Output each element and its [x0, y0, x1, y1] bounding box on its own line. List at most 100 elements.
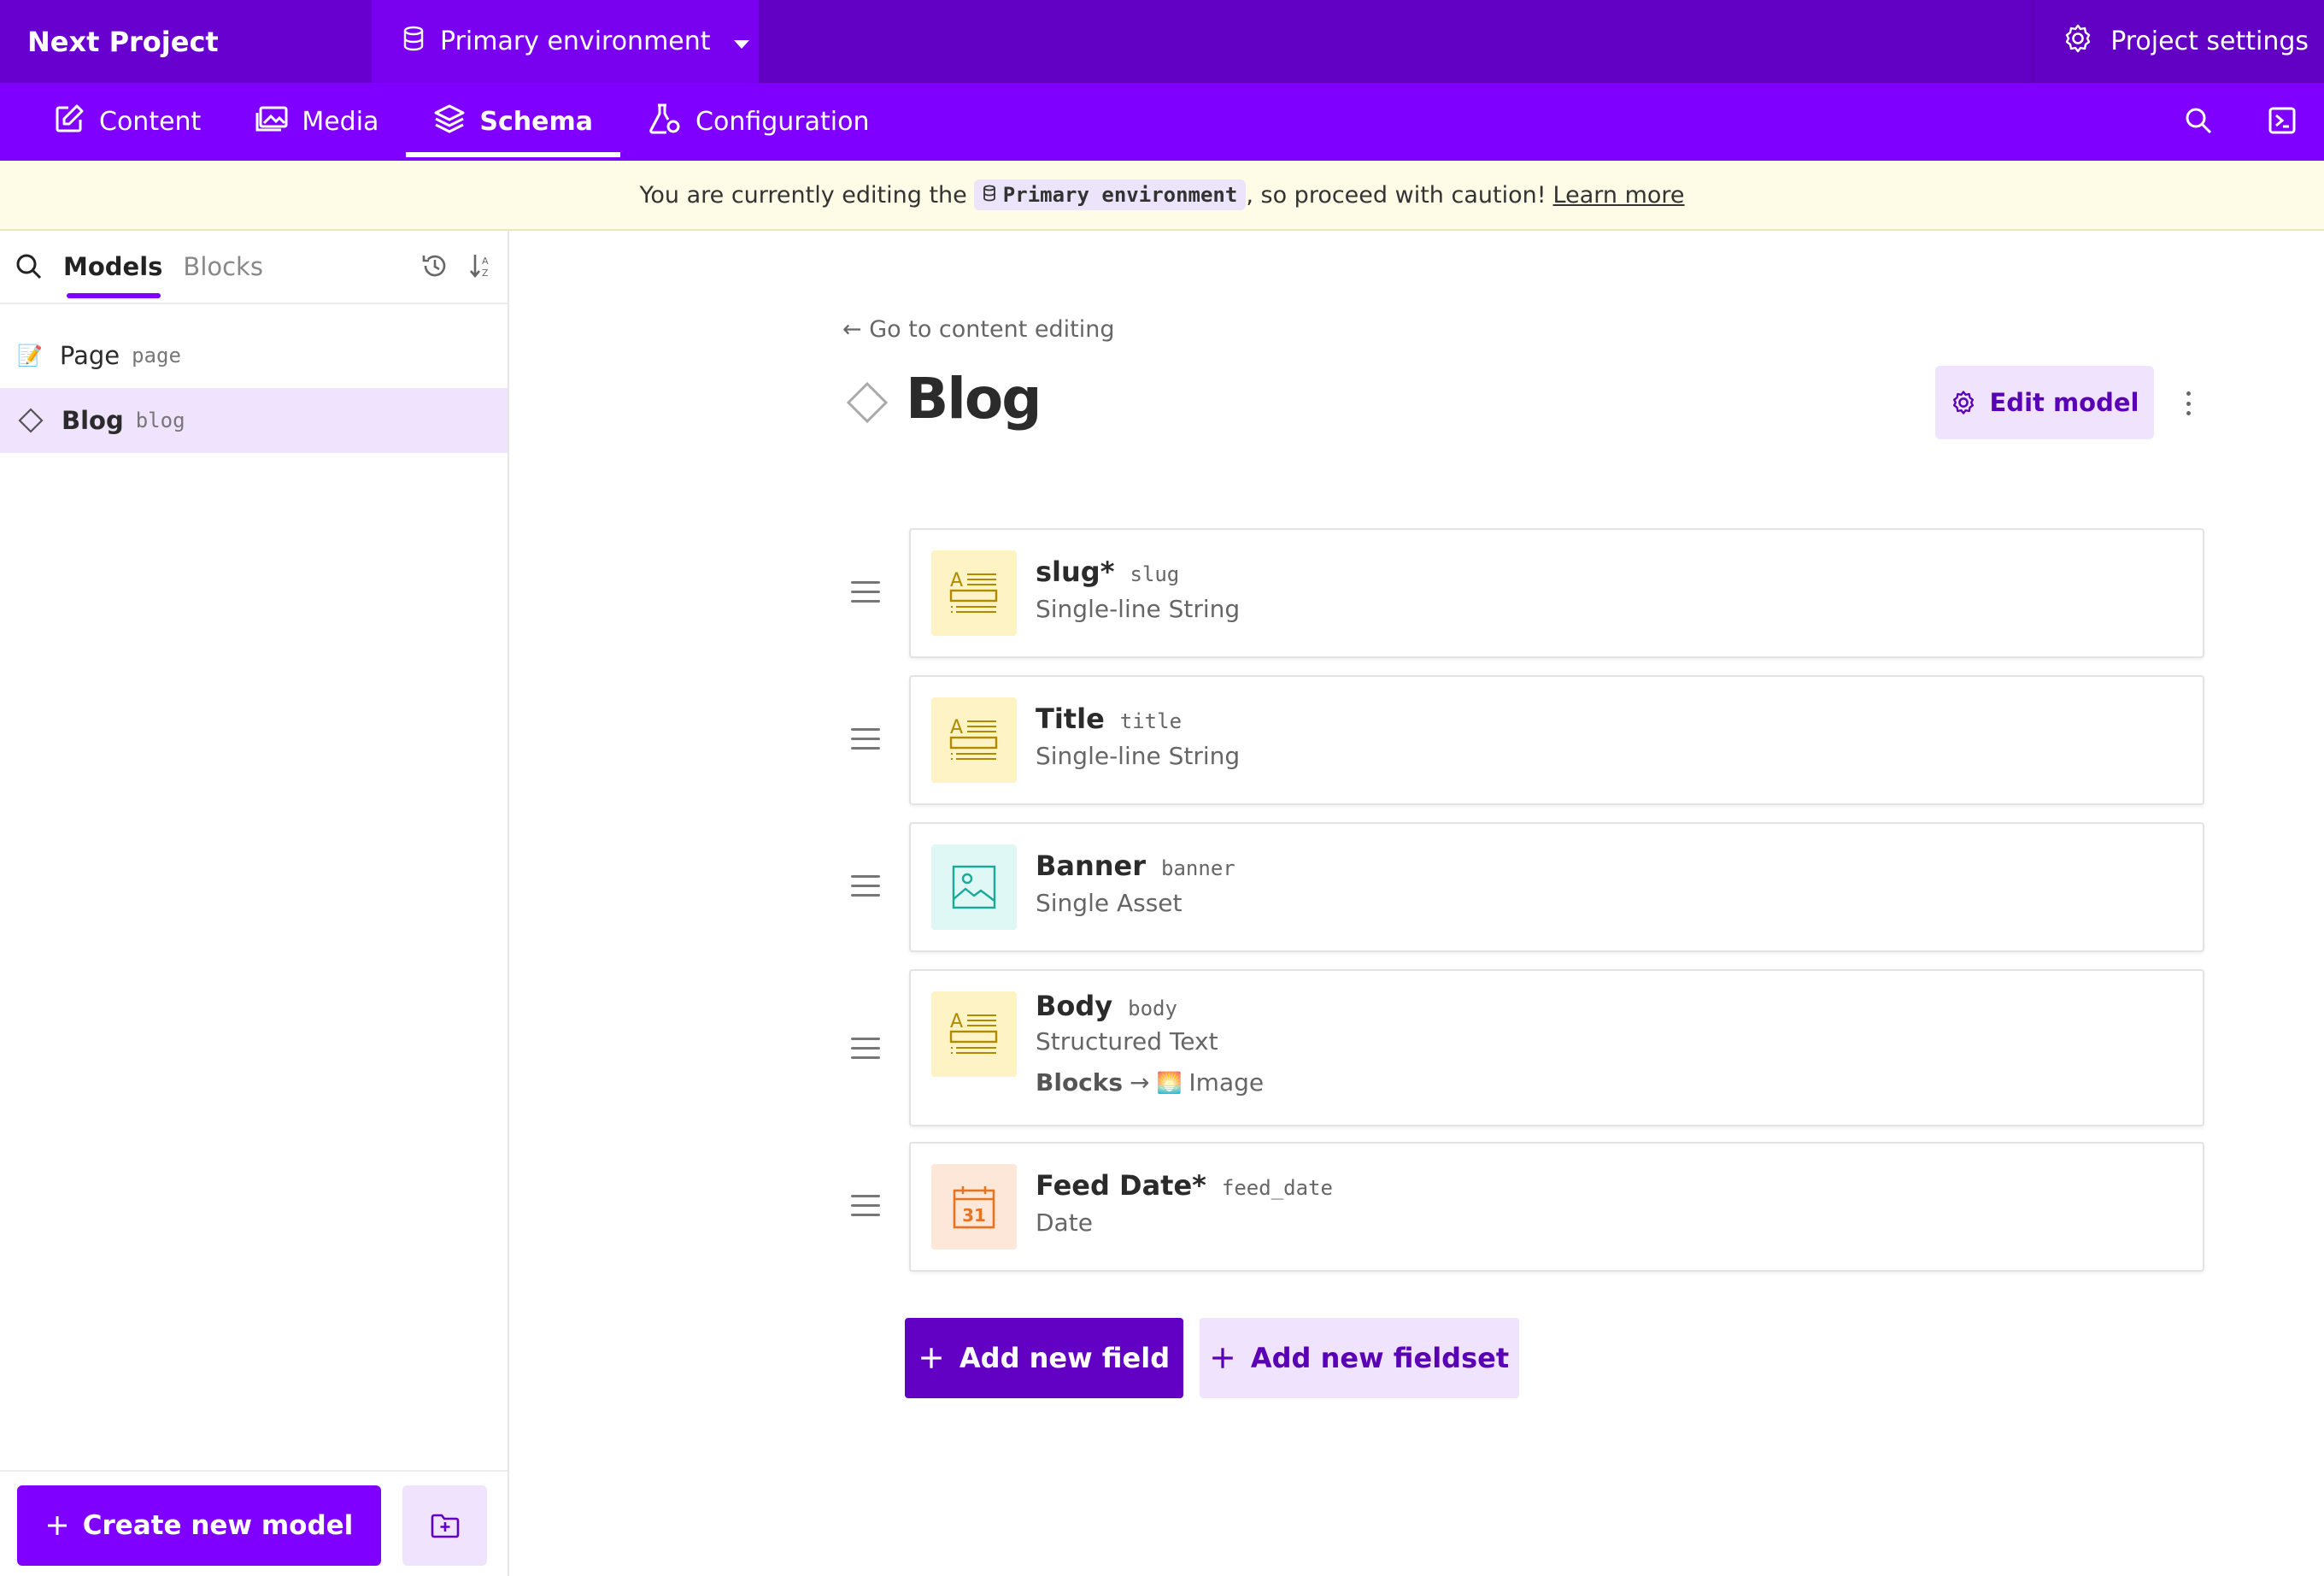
new-folder-button[interactable]	[402, 1485, 487, 1566]
field-label: Banner	[1036, 850, 1147, 882]
field-card-body[interactable]: A Body body Structured Text Blocks → 🌅 I…	[909, 969, 2204, 1126]
calendar-day: 31	[962, 1205, 986, 1226]
environment-chip: Primary environment	[973, 179, 1247, 210]
tab-media[interactable]: Media	[228, 83, 406, 161]
project-name[interactable]: Next Project	[0, 0, 372, 83]
main-nav: Content Media Schema Configuration	[0, 83, 2324, 161]
field-card-banner[interactable]: Banner banner Single Asset	[909, 822, 2204, 952]
caret-down-icon	[733, 26, 750, 56]
search-icon	[2184, 106, 2213, 138]
tab-schema-label: Schema	[479, 107, 594, 137]
arrow-icon: →	[1130, 1068, 1150, 1097]
svg-text:Z: Z	[482, 268, 489, 279]
model-item-page[interactable]: 📝 Page page	[0, 323, 508, 388]
top-bar: Next Project Primary environment Project…	[0, 0, 2324, 83]
field-api-key: feed_date	[1221, 1176, 1333, 1200]
field-type: Structured Text	[1036, 1027, 1218, 1056]
folder-plus-icon	[430, 1512, 461, 1539]
tab-configuration-label: Configuration	[695, 107, 870, 137]
tab-content-label: Content	[99, 107, 202, 137]
project-settings-button[interactable]: Project settings	[2032, 0, 2324, 83]
drag-handle-icon[interactable]	[851, 875, 880, 897]
create-new-model-label: Create new model	[82, 1510, 354, 1541]
field-label: slug*	[1036, 556, 1115, 588]
database-icon	[983, 183, 996, 207]
go-to-content-editing-link[interactable]: ← Go to content editing	[842, 316, 1114, 343]
field-label: Title	[1036, 703, 1105, 735]
environment-chip-label: Primary environment	[1002, 183, 1238, 207]
add-new-field-button[interactable]: Add new field	[905, 1318, 1183, 1398]
environment-warning-banner: You are currently editing the Primary en…	[0, 161, 2324, 231]
tab-configuration[interactable]: Configuration	[620, 83, 896, 161]
add-new-fieldset-button[interactable]: Add new fieldset	[1200, 1318, 1519, 1398]
model-name: Page	[59, 341, 120, 370]
drag-handle-icon[interactable]	[851, 581, 880, 603]
sidebar-footer: Create new model	[0, 1470, 508, 1576]
field-api-key: body	[1128, 997, 1177, 1020]
plus-icon	[45, 1514, 69, 1538]
tab-blocks[interactable]: Blocks	[183, 230, 263, 303]
project-settings-label: Project settings	[2110, 26, 2309, 56]
image-asset-icon	[931, 844, 1017, 930]
model-api-key: blog	[135, 409, 185, 432]
sort-icon[interactable]: AZ	[468, 251, 494, 284]
svg-text:A: A	[950, 1011, 963, 1032]
drag-handle-icon[interactable]	[851, 1038, 880, 1059]
blocks-label: Blocks	[1036, 1068, 1124, 1097]
tab-content[interactable]: Content	[26, 83, 228, 161]
diamond-icon	[846, 381, 889, 427]
model-api-key: page	[132, 344, 181, 368]
terminal-icon	[2268, 106, 2297, 138]
field-api-key: slug	[1130, 562, 1180, 586]
field-api-key: banner	[1161, 856, 1235, 880]
model-name: Blog	[62, 406, 124, 435]
more-options-icon[interactable]	[2184, 391, 2192, 415]
field-api-key: title	[1119, 709, 1183, 733]
notice-prefix: You are currently editing the	[639, 181, 967, 209]
svg-text:A: A	[950, 570, 963, 591]
drag-handle-icon[interactable]	[851, 728, 880, 750]
svg-text:A: A	[950, 717, 963, 738]
field-type: Single Asset	[1036, 889, 1183, 917]
flask-gear-icon	[648, 103, 682, 142]
gear-icon	[1951, 390, 1976, 415]
field-type: Date	[1036, 1208, 1093, 1237]
edit-model-label: Edit model	[1989, 388, 2139, 417]
edit-model-button[interactable]: Edit model	[1935, 366, 2154, 439]
gear-icon	[2063, 23, 2093, 61]
model-item-blog[interactable]: Blog blog	[0, 388, 508, 453]
text-field-icon: A	[931, 697, 1017, 783]
drag-handle-icon[interactable]	[851, 1195, 880, 1216]
field-label: Body	[1036, 990, 1113, 1022]
add-new-fieldset-label: Add new fieldset	[1250, 1342, 1510, 1374]
plus-icon	[1210, 1345, 1235, 1371]
text-field-icon: A	[931, 991, 1017, 1077]
search-button[interactable]	[2157, 83, 2240, 161]
field-type: Single-line String	[1036, 742, 1241, 770]
image-icon	[255, 104, 288, 140]
sunrise-icon: 🌅	[1156, 1070, 1183, 1095]
field-card-slug[interactable]: A slug* slug Single-line String	[909, 528, 2204, 658]
history-icon[interactable]	[420, 251, 449, 284]
text-field-icon: A	[931, 550, 1017, 636]
environment-label: Primary environment	[440, 26, 711, 56]
top-bar-spacer	[759, 0, 2032, 83]
field-label: Feed Date*	[1036, 1169, 1206, 1202]
learn-more-link[interactable]: Learn more	[1553, 182, 1685, 209]
tab-media-label: Media	[302, 107, 379, 137]
add-new-field-label: Add new field	[959, 1342, 1171, 1374]
environment-switcher[interactable]: Primary environment	[372, 0, 759, 83]
tab-schema[interactable]: Schema	[406, 83, 620, 161]
tab-models[interactable]: Models	[63, 230, 162, 303]
notice-suffix: , so proceed with caution!	[1246, 181, 1546, 209]
schema-editor: ← Go to content editing Blog Edit model …	[511, 231, 2324, 1576]
field-blocks: Blocks → 🌅 Image	[1036, 1068, 1264, 1097]
field-card-feed-date[interactable]: 31 Feed Date* feed_date Date	[909, 1142, 2204, 1272]
models-sidebar: Models Blocks AZ 📝 Page page Blog blog C…	[0, 231, 509, 1576]
search-icon[interactable]	[15, 253, 43, 280]
create-new-model-button[interactable]: Create new model	[17, 1485, 381, 1566]
calendar-icon: 31	[931, 1164, 1017, 1250]
layers-icon	[433, 103, 466, 141]
field-card-title[interactable]: A Title title Single-line String	[909, 675, 2204, 805]
terminal-button[interactable]	[2240, 83, 2324, 161]
